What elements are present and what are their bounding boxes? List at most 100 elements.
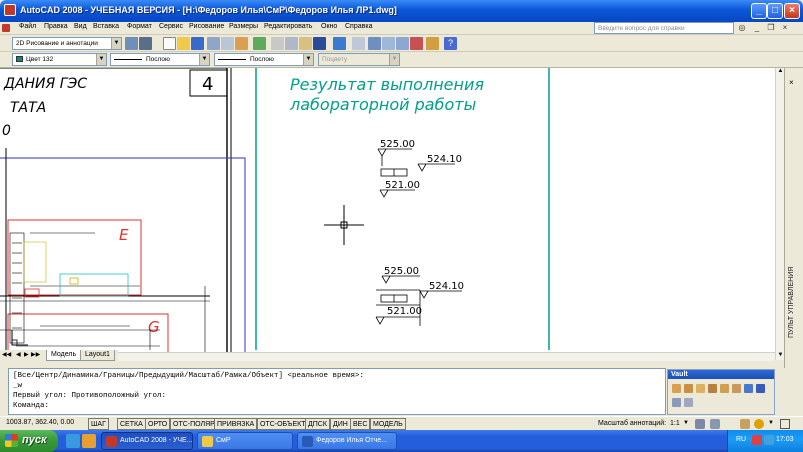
drawing-canvas[interactable]: 4 ДАНИЯ ГЭС ТАТА 0 E G Результат выполне… (0, 68, 784, 360)
menu-window[interactable]: Окно (321, 23, 337, 30)
tab-nav-first-icon[interactable]: ◀◀ (2, 351, 11, 358)
vault-refresh-icon[interactable] (744, 384, 753, 393)
coordinate-readout[interactable]: 1003.87, 362.40, 0.00 (6, 419, 74, 426)
scroll-down-icon[interactable]: ▼ (777, 352, 784, 360)
language-indicator[interactable]: RU (736, 436, 746, 443)
scroll-up-icon[interactable]: ▲ (777, 68, 784, 76)
annotation-scale-value[interactable]: 1:1 (670, 420, 680, 427)
antivirus-tray-icon[interactable] (752, 435, 762, 445)
vault-checkout-icon[interactable] (720, 384, 729, 393)
command-line[interactable]: [Все/Центр/Динамика/Границы/Предыдущий/М… (8, 368, 666, 415)
menu-edit[interactable]: Правка (44, 23, 68, 30)
grid-toggle[interactable]: СЕТКА (117, 418, 146, 430)
media-quicklaunch-icon[interactable] (82, 434, 96, 448)
vault-options-icon[interactable] (756, 384, 765, 393)
chevron-down-icon[interactable]: ▼ (768, 420, 774, 426)
clean-screen-icon[interactable] (780, 419, 790, 429)
tab-nav-last-icon[interactable]: ▶▶ (31, 351, 40, 358)
horizontal-scrollbar[interactable] (118, 352, 775, 361)
comm-center-icon[interactable] (754, 419, 764, 429)
vault-checkin-icon[interactable] (708, 384, 717, 393)
vault-help-icon[interactable] (684, 398, 693, 407)
menu-help[interactable]: Справка (345, 23, 372, 30)
dyn-toggle[interactable]: ДИН (330, 418, 351, 430)
menu-format[interactable]: Формат (127, 23, 152, 30)
3d-dwf-icon[interactable] (253, 37, 266, 50)
doc-menu-icon[interactable] (2, 24, 10, 32)
close-button[interactable]: × (784, 3, 800, 19)
lock-icon[interactable] (740, 419, 750, 429)
tab-layout1[interactable]: Layout1 (80, 350, 115, 361)
new-file-icon[interactable] (163, 37, 176, 50)
lineweight-select[interactable]: Послою ▼ (214, 53, 314, 66)
paste-icon[interactable] (299, 37, 312, 50)
publish-icon[interactable] (235, 37, 248, 50)
vault-logon-icon[interactable] (672, 384, 681, 393)
workspace-save-icon[interactable] (139, 37, 152, 50)
command-prompt[interactable]: Команда: (13, 401, 661, 411)
start-button[interactable]: пуск (0, 430, 58, 452)
osnap-toggle[interactable]: ПРИВЯЗКА (214, 418, 258, 430)
task-word[interactable]: Федоров Илья Отче... (297, 432, 397, 450)
tab-model[interactable]: Модель (46, 350, 82, 361)
menu-view[interactable]: Вид (74, 23, 87, 30)
workspace-select[interactable]: 2D Рисование и аннотации ▼ (12, 37, 122, 50)
match-properties-icon[interactable] (313, 37, 326, 50)
plotstyle-select[interactable]: Поцвету ▼ (318, 53, 400, 66)
clock[interactable]: 17:03 (776, 436, 794, 443)
task-autocad[interactable]: AutoCAD 2008 - УЧЕ... (101, 432, 193, 450)
vault-insert-icon[interactable] (672, 398, 681, 407)
cut-icon[interactable] (271, 37, 284, 50)
undo-icon[interactable] (333, 37, 346, 50)
minimize-button[interactable]: _ (751, 3, 767, 19)
doc-close-icon[interactable]: × (780, 23, 790, 33)
menu-dimension[interactable]: Размеры (229, 23, 258, 30)
snap-toggle[interactable]: ШАГ (88, 418, 109, 430)
polar-toggle[interactable]: ОТС-ПОЛЯР (170, 418, 218, 430)
menu-insert[interactable]: Вставка (93, 23, 119, 30)
open-folder-icon[interactable] (177, 37, 190, 50)
task-folder[interactable]: СмР (197, 432, 293, 450)
vault-open-icon[interactable] (684, 384, 693, 393)
tab-nav-prev-icon[interactable]: ◀ (16, 351, 21, 358)
pan-icon[interactable] (368, 37, 381, 50)
zoom-previous-icon[interactable] (410, 37, 423, 50)
model-toggle[interactable]: МОДЕЛЬ (370, 418, 406, 430)
vertical-scrollbar[interactable]: ▲ ▼ (775, 68, 784, 360)
annotation-autoscale-icon[interactable] (710, 419, 720, 429)
color-select[interactable]: Цвет 132 ▼ (12, 53, 107, 66)
copy-icon[interactable] (285, 37, 298, 50)
zoom-window-icon[interactable] (396, 37, 409, 50)
lwt-toggle[interactable]: ВЕС (350, 418, 371, 430)
redo-icon[interactable] (352, 37, 365, 50)
help-search-input[interactable]: Введите вопрос для справки (594, 22, 734, 34)
help-icon[interactable]: ? (444, 37, 457, 50)
network-tray-icon[interactable] (764, 435, 774, 445)
save-icon[interactable] (191, 37, 204, 50)
doc-restore-icon[interactable]: ❐ (766, 23, 776, 33)
panel-close-icon[interactable]: × (789, 78, 799, 88)
plot-icon[interactable] (207, 37, 220, 50)
vault-attach-icon[interactable] (696, 384, 705, 393)
vault-undo-icon[interactable] (732, 384, 741, 393)
plot-preview-icon[interactable] (221, 37, 234, 50)
doc-minimize-icon[interactable]: _ (752, 23, 762, 33)
zoom-realtime-icon[interactable] (382, 37, 395, 50)
menu-modify[interactable]: Редактировать (264, 23, 312, 30)
otrack-toggle[interactable]: ОТС-ОБЪЕКТ (257, 418, 309, 430)
workspace-settings-icon[interactable] (125, 37, 138, 50)
menu-draw[interactable]: Рисование (189, 23, 224, 30)
tab-nav-next-icon[interactable]: ▶ (24, 351, 29, 358)
maximize-button[interactable]: □ (767, 3, 783, 19)
menu-file[interactable]: Файл (19, 23, 36, 30)
autocad-app-icon[interactable] (4, 4, 16, 16)
ortho-toggle[interactable]: ОРТО (145, 418, 171, 430)
ducs-toggle[interactable]: ДПСК (305, 418, 330, 430)
dashboard-panel[interactable]: × ПУЛЬТ УПРАВЛЕНИЯ (784, 68, 803, 368)
ie-quicklaunch-icon[interactable] (66, 434, 80, 448)
annotation-visibility-icon[interactable] (695, 419, 705, 429)
drawing-svg[interactable]: 4 ДАНИЯ ГЭС ТАТА 0 E G Результат выполне… (0, 68, 784, 360)
properties-icon[interactable] (426, 37, 439, 50)
chevron-down-icon[interactable]: ▼ (683, 420, 689, 426)
linetype-select[interactable]: Послою ▼ (110, 53, 210, 66)
